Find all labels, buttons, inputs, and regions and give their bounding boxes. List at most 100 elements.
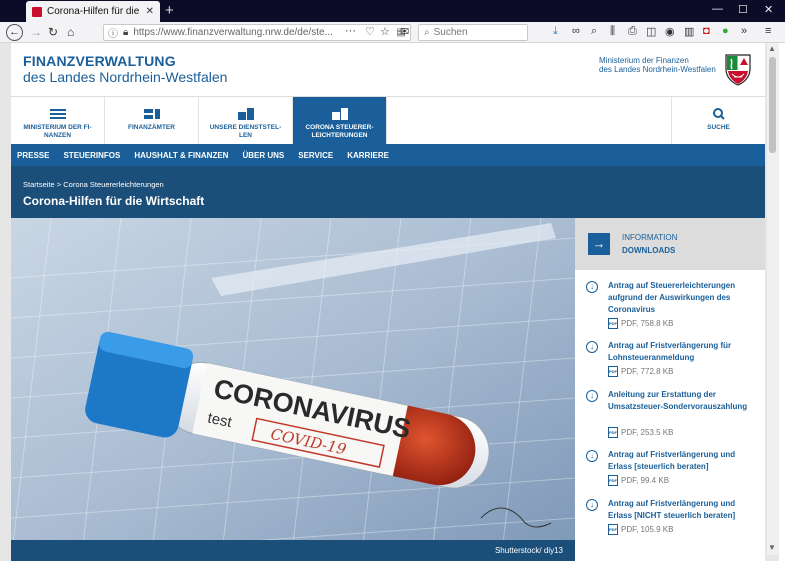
download-meta: PDF PDF, 105.9 KB xyxy=(608,524,673,535)
extension-icon[interactable]: ◘ xyxy=(703,25,710,37)
nav-dienststellen-label: UNSERE DIENSTSTEL-LEN xyxy=(209,124,282,139)
scroll-thumb[interactable] xyxy=(769,57,776,153)
nav-ministerium[interactable]: MINISTERIUM DER FI-NANZEN xyxy=(11,97,105,145)
library-icon[interactable]: ⫼ xyxy=(610,25,615,38)
subnav-haushalt[interactable]: HAUSHALT & FINANZEN xyxy=(134,151,228,160)
zoom-icon[interactable]: ⌕ xyxy=(591,25,597,38)
site-logo-text[interactable]: FINANZVERWALTUNG des Landes Nordrhein-We… xyxy=(23,53,227,85)
nav-corona[interactable]: CORONA STEUERER-LEICHTERUNGEN xyxy=(293,97,387,145)
bookmark-star-icon[interactable]: ☆ xyxy=(380,25,390,38)
nav-search-label: SUCHE xyxy=(707,124,730,131)
screenshot-icon[interactable]: ⎙ xyxy=(628,25,637,38)
nav-search[interactable]: SUCHE xyxy=(671,97,765,145)
download-icon: ↓ xyxy=(586,390,598,402)
new-tab-icon[interactable]: + xyxy=(165,2,174,19)
hero-image: CORONAVIRUS test COVID-19 Shutterstock/ … xyxy=(11,218,575,561)
pocket-icon[interactable]: ♡ xyxy=(365,25,375,38)
nav-dienststellen[interactable]: UNSERE DIENSTSTEL-LEN xyxy=(199,97,293,145)
search-field[interactable]: ⌕ Suchen xyxy=(418,24,528,41)
download-meta: PDF PDF, 772.8 KB xyxy=(608,366,673,377)
mail-icon[interactable]: ✉ xyxy=(400,25,409,38)
info-header[interactable]: → INFORMATION DOWNLOADS xyxy=(575,218,765,270)
close-tab-icon[interactable]: ✕ xyxy=(146,6,154,17)
barcode-icon[interactable]: ▥ xyxy=(684,25,694,38)
pdf-icon: PDF xyxy=(608,318,618,329)
info-heading: INFORMATION xyxy=(622,233,678,242)
download-meta: PDF PDF, 758.8 KB xyxy=(608,318,673,329)
subnav-ueber-uns[interactable]: ÜBER UNS xyxy=(242,151,284,160)
download-icon: ↓ xyxy=(586,341,598,353)
download-title[interactable]: Anleitung zur Erstattung der Umsatzsteue… xyxy=(608,389,758,413)
minimize-icon[interactable]: — xyxy=(712,3,723,15)
building-icon xyxy=(143,109,160,119)
tab-title: Corona-Hilfen für die Wirtschaft xyxy=(47,6,141,17)
nrw-crest-icon xyxy=(725,54,751,86)
sub-navigation: PRESSE STEUERINFOS HAUSHALT & FINANZEN Ü… xyxy=(11,144,765,166)
nav-finanzaemter[interactable]: FINANZÄMTER xyxy=(105,97,199,145)
maximize-icon[interactable]: ☐ xyxy=(738,3,748,16)
download-meta: PDF PDF, 99.4 KB xyxy=(608,475,669,486)
glasses-icon[interactable]: ∞ xyxy=(572,25,580,37)
downloads-heading: DOWNLOADS xyxy=(622,246,676,255)
download-icon: ↓ xyxy=(586,450,598,462)
nav-corona-label: CORONA STEUERER-LEICHTERUNGEN xyxy=(305,124,374,139)
page-scrollbar[interactable]: ▲ ▼ xyxy=(767,43,779,555)
coronavirus-test-tube-illustration: CORONAVIRUS test COVID-19 xyxy=(11,218,575,561)
image-caption-bar: Shutterstock/ diy13 xyxy=(11,540,575,561)
main-navigation: MINISTERIUM DER FI-NANZEN FINANZÄMTER UN… xyxy=(11,96,765,145)
close-window-icon[interactable]: ✕ xyxy=(764,3,773,16)
subnav-karriere[interactable]: KARRIERE xyxy=(347,151,389,160)
site-favicon-icon xyxy=(32,6,42,17)
pdf-icon: PDF xyxy=(608,427,618,438)
info-icon[interactable]: ⓘ xyxy=(108,25,118,40)
subnav-service[interactable]: SERVICE xyxy=(298,151,333,160)
privacy-icon[interactable]: ◉ xyxy=(665,25,675,38)
search-icon: ⌕ xyxy=(424,27,430,38)
scroll-up-icon[interactable]: ▲ xyxy=(768,44,776,53)
download-size: PDF, 772.8 KB xyxy=(621,367,674,376)
arrow-right-icon: → xyxy=(588,233,610,255)
download-size: PDF, 99.4 KB xyxy=(621,476,670,485)
image-caption: Shutterstock/ diy13 xyxy=(494,546,563,555)
menu-icon[interactable]: ≡ xyxy=(765,25,771,37)
reload-icon[interactable]: ↻ xyxy=(48,24,58,40)
download-title[interactable]: Antrag auf Fristverlängerung und Erlass … xyxy=(608,498,758,522)
download-icon: ↓ xyxy=(586,499,598,511)
download-icon[interactable]: ⤓ xyxy=(553,25,558,38)
forward-icon[interactable]: → xyxy=(30,24,42,40)
breadcrumb[interactable]: Startseite > Corona Steuererleichterunge… xyxy=(23,180,164,189)
search-placeholder: Suchen xyxy=(433,27,468,38)
pdf-icon: PDF xyxy=(608,475,618,486)
download-size: PDF, 105.9 KB xyxy=(621,525,674,534)
pdf-icon: PDF xyxy=(608,366,618,377)
download-title[interactable]: Antrag auf Fristverlängerung für Lohnste… xyxy=(608,340,758,364)
download-title[interactable]: Antrag auf Steuererleichterungen aufgrun… xyxy=(608,280,758,316)
ministry-label[interactable]: Ministerium der Finanzen des Landes Nord… xyxy=(599,56,716,74)
site-title-line1: FINANZVERWALTUNG xyxy=(23,53,176,69)
search-icon xyxy=(712,108,725,120)
sidebar-icon[interactable]: ◫ xyxy=(646,25,656,38)
nav-finanzaemter-label: FINANZÄMTER xyxy=(128,124,175,131)
ministry-line2: des Landes Nordrhein-Westfalen xyxy=(599,65,716,74)
overflow-icon[interactable]: » xyxy=(741,25,747,37)
info-downloads-panel: → INFORMATION DOWNLOADS ↓ Antrag auf Ste… xyxy=(575,218,765,561)
browser-toolbar: ← → ↻ ⌂ ⓘ 🔒︎ https://www.finanzverwaltun… xyxy=(0,22,785,43)
home-icon[interactable]: ⌂ xyxy=(67,24,74,40)
offices-icon xyxy=(237,108,254,120)
page-actions-icon[interactable]: ··· xyxy=(345,25,356,37)
scroll-down-icon[interactable]: ▼ xyxy=(768,543,776,552)
pdf-icon: PDF xyxy=(608,524,618,535)
browser-tab[interactable]: Corona-Hilfen für die Wirtschaft ✕ xyxy=(26,1,160,22)
download-title[interactable]: Antrag auf Fristverlängerung und Erlass … xyxy=(608,449,758,473)
list-icon xyxy=(49,109,66,119)
subnav-steuerinfos[interactable]: STEUERINFOS xyxy=(63,151,120,160)
page-content: FINANZVERWALTUNG des Landes Nordrhein-We… xyxy=(11,43,765,561)
download-size: PDF, 253.5 KB xyxy=(621,428,674,437)
download-meta: PDF PDF, 253.5 KB xyxy=(608,427,673,438)
addon-icon[interactable]: ● xyxy=(722,25,729,37)
back-icon[interactable]: ← xyxy=(6,24,23,41)
subnav-presse[interactable]: PRESSE xyxy=(17,151,49,160)
browser-titlebar: Corona-Hilfen für die Wirtschaft ✕ + — ☐… xyxy=(0,0,785,22)
ministry-line1: Ministerium der Finanzen xyxy=(599,56,689,65)
nav-ministerium-label: MINISTERIUM DER FI-NANZEN xyxy=(23,124,92,139)
